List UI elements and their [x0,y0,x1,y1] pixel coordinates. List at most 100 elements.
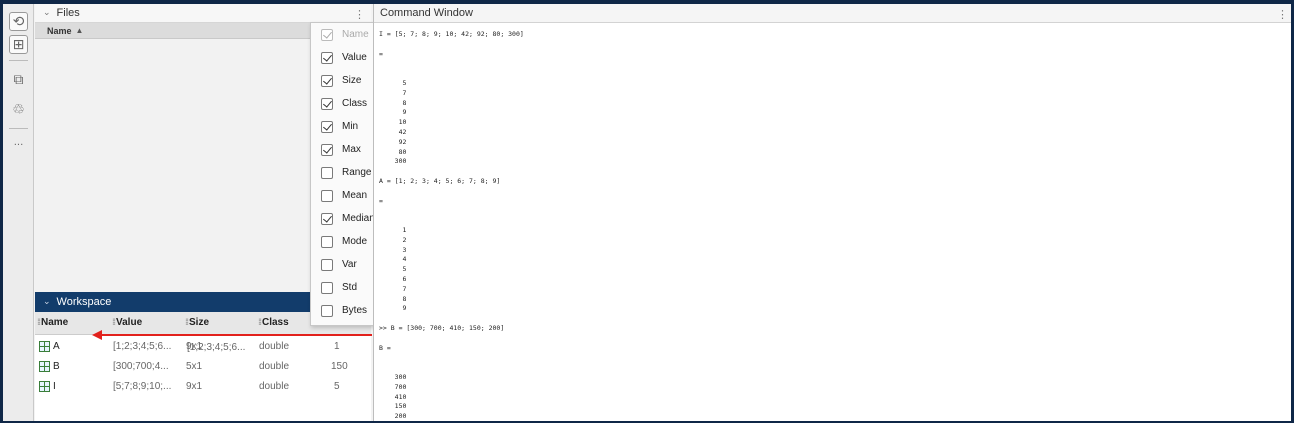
modules-icon[interactable]: ♲ [9,100,28,119]
more-icon[interactable]: ··· [9,136,28,155]
variable-name-cell: A [39,341,60,353]
menu-item-label: Min [342,121,359,132]
command-output-line: 4 [379,255,407,264]
files-title: Files [56,7,80,19]
command-output-line: 5 [379,265,407,274]
variable-min: 1 [334,341,340,352]
drag-grip-icon[interactable]: ⁞⁞ [185,317,189,327]
command-output-line: 7 [379,88,407,97]
command-window[interactable]: Command Window ⋮ I = [5; 7; 8; 9; 10; 42… [373,4,1291,421]
drag-grip-icon[interactable]: ⁞⁞ [37,317,41,327]
checkbox[interactable] [321,74,333,87]
variable-class: double [259,381,290,392]
menu-item-label: Mean [342,190,368,201]
files-header[interactable]: ⌄ Files [35,4,371,23]
command-output-line: 9 [379,304,407,313]
command-window-title: Command Window [380,7,473,19]
drag-grip-icon[interactable]: ⁞⁞ [112,317,116,327]
checkbox[interactable] [321,97,333,110]
variable-min: 150 [331,361,348,372]
variable-name: B [53,361,60,373]
variable-size: 9x1 [186,341,203,352]
table-row[interactable]: I [35,377,371,397]
checkbox[interactable] [321,189,333,202]
variable-class: double [259,341,290,352]
matrix-variable-icon [39,381,50,393]
menu-item-label: Class [342,98,368,109]
checkbox[interactable] [321,51,333,64]
history-icon[interactable]: ⟲ [9,12,28,31]
column-header-size-label: Size [189,317,210,328]
checkbox [321,28,333,41]
checkbox[interactable] [321,258,333,271]
column-header-value-label: Value [116,317,143,328]
rail-separator [9,60,28,61]
annotation-arrow-head [92,330,102,340]
command-output-line: = [379,196,383,205]
variable-value: [1;2;3;4;5;6... [113,341,172,352]
chevron-down-icon[interactable]: ⌄ [43,297,51,307]
variable-name: A [53,341,60,353]
checkbox[interactable] [321,120,333,133]
command-window-output[interactable]: I = [5; 7; 8; 9; 10; 42; 92; 80; 300] = 5… [374,24,1292,421]
menu-item-label: Bytes [342,305,368,316]
workspace-title: Workspace [56,296,112,308]
table-row[interactable]: A [1;2;3;4;5;6... [35,337,371,357]
annotation-arrow-line [100,334,372,336]
checkbox[interactable] [321,304,333,317]
command-output-line: 10 [379,118,407,127]
column-header-class[interactable]: ⁞⁞ Class [258,317,289,328]
command-output-line: 3 [379,245,407,254]
command-output-line: = [379,49,383,58]
sort-ascending-icon[interactable]: ▲ [76,26,84,35]
menu-item-label: Max [342,144,361,155]
command-output-line: 7 [379,284,407,293]
variable-name: I [53,381,56,393]
command-output-line: 410 [379,392,407,401]
checkbox[interactable] [321,166,333,179]
left-icon-rail: ⟲ ⊞ ⧉ ♲ ··· [3,4,34,421]
command-output-line: 2 [379,235,407,244]
command-output-line: 200 [379,412,407,421]
checkbox[interactable] [321,212,333,225]
command-window-options-icon[interactable]: ⋮ [1277,8,1288,21]
command-output-line: 8 [379,294,407,303]
command-output-line: 5 [379,79,407,87]
command-output-line: 300 [379,373,407,381]
addons-icon[interactable]: ⧉ [9,70,28,89]
command-output-line: 42 [379,128,407,136]
menu-item-label: Name [342,29,369,40]
table-row[interactable]: B [35,357,371,377]
variable-min: 5 [334,381,340,392]
drag-grip-icon[interactable]: ⁞⁞ [258,317,262,327]
column-header-name-label: Name [41,317,69,328]
checkbox[interactable] [321,235,333,248]
files-options-icon[interactable]: ⋮ [354,8,365,21]
checkbox[interactable] [321,143,333,156]
variable-size: 5x1 [186,361,203,372]
menu-item-label: Mode [342,236,368,247]
command-output-line: 300 [379,157,407,166]
variable-size: 9x1 [186,381,203,392]
menu-item-label: Var [342,259,357,270]
command-output-line: 8 [379,98,407,107]
menu-item-label: Size [342,75,362,86]
command-output-line: 700 [379,382,407,391]
workspace-grid-icon[interactable]: ⊞ [9,35,28,54]
column-header-size[interactable]: ⁞⁞ Size [185,317,209,328]
column-header-value[interactable]: ⁞⁞ Value [112,317,142,328]
command-output-line: 150 [379,402,407,411]
menu-item-label: Median [342,213,375,224]
variable-class: double [259,361,290,372]
chevron-down-icon[interactable]: ⌄ [43,8,51,18]
column-header-name[interactable]: ⁞⁞ Name [37,317,68,328]
command-output-line: B = [379,343,391,352]
menu-item-label: Range [342,167,372,178]
command-output-line: 80 [379,147,407,156]
command-output-line: 9 [379,108,407,117]
checkbox[interactable] [321,281,333,294]
command-output-line: >> B = [300; 700; 410; 150; 200] [379,324,505,332]
command-output-line: 92 [379,137,407,146]
command-output-line: 1 [379,226,407,234]
command-output-line: 6 [379,275,407,283]
